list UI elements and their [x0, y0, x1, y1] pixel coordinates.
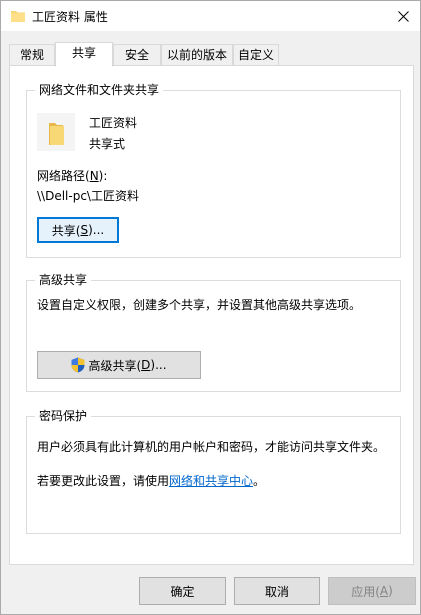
group-title: 网络文件和文件夹共享: [35, 83, 164, 97]
close-button[interactable]: [386, 1, 420, 31]
sharing-panel: 网络文件和文件夹共享 工匠资料 共享式 网络路径(N): \\Dell-pc\工…: [9, 65, 414, 565]
password-protection-group: 密码保护 用户必须具有此计算机的用户帐户和密码，才能访问共享文件夹。 若要更改此…: [26, 409, 401, 534]
tab-security[interactable]: 安全: [113, 44, 161, 66]
uac-shield-icon: [71, 357, 85, 373]
cancel-button[interactable]: 取消: [234, 577, 320, 605]
apply-button[interactable]: 应用(A): [328, 577, 416, 605]
folder-icon: [37, 113, 75, 151]
tab-customize[interactable]: 自定义: [233, 44, 279, 66]
change-setting-text: 若要更改此设置，请使用网络和共享中心。: [37, 474, 266, 488]
network-path-value: \\Dell-pc\工匠资料: [37, 189, 139, 203]
advanced-sharing-description: 设置自定义权限，创建多个共享，并设置其他高级共享选项。: [37, 298, 362, 312]
properties-dialog: 工匠资料 属性 常规 共享 安全 以前的版本 自定义 网络文件和文件夹共享 工匠…: [0, 0, 421, 615]
tab-general[interactable]: 常规: [9, 44, 55, 66]
folder-icon: [11, 11, 25, 22]
window-title: 工匠资料 属性: [32, 10, 108, 24]
password-protection-description: 用户必须具有此计算机的用户帐户和密码，才能访问共享文件夹。: [37, 440, 386, 454]
network-sharing-group: 网络文件和文件夹共享 工匠资料 共享式 网络路径(N): \\Dell-pc\工…: [26, 83, 401, 258]
network-path-label: 网络路径(N):: [37, 169, 108, 183]
folder-name: 工匠资料: [89, 116, 138, 130]
group-title: 高级共享: [35, 273, 92, 287]
share-status: 共享式: [89, 137, 126, 151]
advanced-sharing-group: 高级共享 设置自定义权限，创建多个共享，并设置其他高级共享选项。 高级共享(D)…: [26, 273, 401, 392]
advanced-sharing-button[interactable]: 高级共享(D)...: [37, 351, 201, 379]
title-bar[interactable]: 工匠资料 属性: [1, 1, 420, 31]
network-sharing-center-link[interactable]: 网络和共享中心: [169, 474, 253, 488]
share-button[interactable]: 共享(S)...: [37, 217, 119, 243]
group-title: 密码保护: [35, 409, 92, 423]
tab-previous-versions[interactable]: 以前的版本: [161, 44, 233, 66]
ok-button[interactable]: 确定: [139, 577, 226, 605]
close-icon: [397, 10, 409, 22]
tab-sharing[interactable]: 共享: [55, 42, 113, 67]
